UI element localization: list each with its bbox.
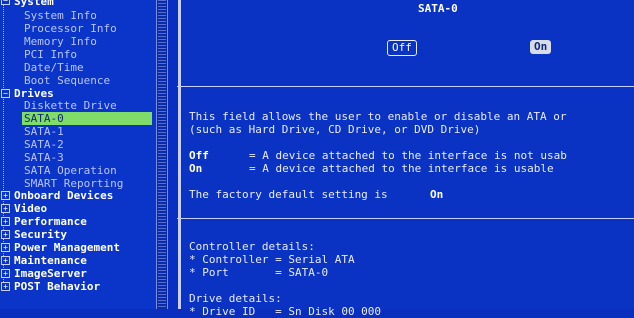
controller-port: * Port = SATA-0 [189,266,329,279]
menu-item-memory-info[interactable]: Memory Info [24,35,97,48]
on-key: On [189,162,203,175]
menu-item-system-info[interactable]: System Info [24,9,97,22]
expand-icon[interactable]: + [1,204,10,213]
drive-id: * Drive ID = Sn Disk 00 000 [189,305,382,318]
menu-category-imageserver[interactable]: ImageServer [14,267,87,280]
separator-line [177,86,634,87]
off-description: = A device attached to the interface is … [249,149,567,162]
collapse-icon[interactable]: − [1,89,10,98]
setup-menu: − System System Info Processor Info Memo… [0,0,156,309]
expand-icon[interactable]: + [1,256,10,265]
scrollbar-thumb[interactable] [158,0,166,309]
menu-category-security[interactable]: Security [14,228,67,241]
default-setting-value: On [430,188,444,201]
controller-type: * Controller = Serial ATA [189,253,355,266]
collapse-icon[interactable]: − [1,0,10,5]
drive-heading: Drive details: [189,292,282,305]
menu-item-diskette-drive[interactable]: Diskette Drive [24,99,117,112]
expand-icon[interactable]: + [1,243,10,252]
menu-item-pci-info[interactable]: PCI Info [24,48,77,61]
menu-item-date-time[interactable]: Date/Time [24,61,84,74]
menu-item-boot-sequence[interactable]: Boot Sequence [24,74,110,87]
menu-category-system[interactable]: System [14,0,54,8]
menu-item-sata-0-selected[interactable]: SATA-0 [22,112,152,125]
menu-item-sata-operation[interactable]: SATA Operation [24,164,117,177]
description-line-2: (such as Hard Drive, CD Drive, or DVD Dr… [189,123,481,136]
expand-icon[interactable]: + [1,191,10,200]
menu-item-processor-info[interactable]: Processor Info [24,22,117,35]
panel-title: SATA-0 [418,2,458,15]
expand-icon[interactable]: + [1,230,10,239]
default-setting-label: The factory default setting is [189,188,388,201]
menu-category-performance[interactable]: Performance [14,215,87,228]
menu-category-video[interactable]: Video [14,202,47,215]
menu-item-sata-2[interactable]: SATA-2 [24,138,64,151]
menu-item-sata-3[interactable]: SATA-3 [24,151,64,164]
menu-category-post-behavior[interactable]: POST Behavior [14,280,100,293]
expand-icon[interactable]: + [1,282,10,291]
menu-scrollbar[interactable] [156,0,168,309]
description-line-1: This field allows the user to enable or … [189,110,567,123]
on-option-button[interactable]: On [530,40,552,54]
on-description: = A device attached to the interface is … [249,162,554,175]
menu-item-sata-1[interactable]: SATA-1 [24,125,64,138]
off-option-button[interactable]: Off [387,40,417,56]
controller-heading: Controller details: [189,240,315,253]
separator-line [177,218,634,219]
off-key: Off [189,149,209,162]
expand-icon[interactable]: + [1,269,10,278]
expand-icon[interactable]: + [1,217,10,226]
menu-category-power-management[interactable]: Power Management [14,241,120,254]
menu-category-onboard-devices[interactable]: Onboard Devices [14,189,113,202]
menu-category-maintenance[interactable]: Maintenance [14,254,87,267]
detail-panel: SATA-0 Off On This field allows the user… [177,0,634,318]
